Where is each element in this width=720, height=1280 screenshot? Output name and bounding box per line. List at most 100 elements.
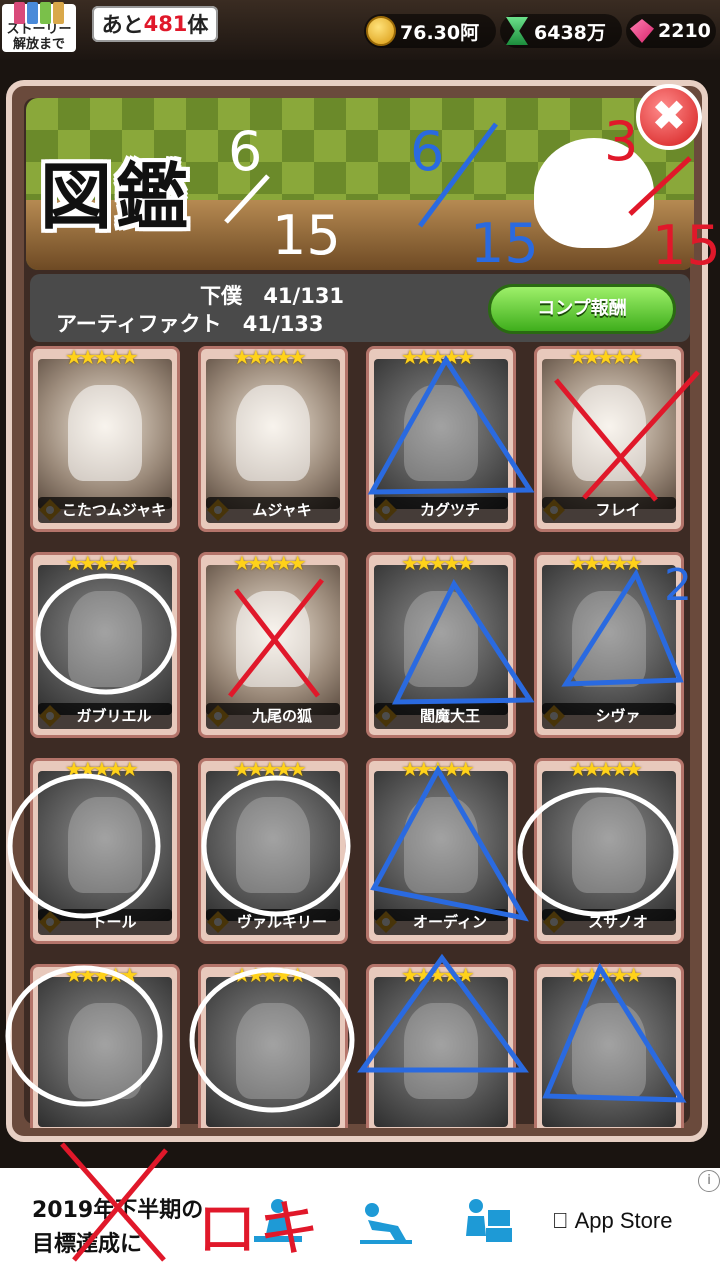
card-row4-3[interactable]: ★★★★★ (366, 964, 516, 1128)
card-name: トール (38, 909, 172, 935)
card-kyubi-no-kitsune[interactable]: ★★★★★ 九尾の狐 (198, 552, 348, 738)
character-silhouette (572, 1003, 646, 1099)
star-rating: ★★★★★ (569, 758, 643, 781)
card-thor[interactable]: ★★★★★ トール (30, 758, 180, 944)
servants-stat: 下僕 41/131 (200, 280, 344, 310)
ad-copy[interactable]: 2019年下半期の 目標達成に (32, 1194, 203, 1262)
card-row4-1[interactable]: ★★★★★ (30, 964, 180, 1128)
card-name: オーディン (374, 909, 508, 935)
card-name: カグツチ (374, 497, 508, 523)
exhausted-worker-icon (360, 1203, 412, 1244)
completion-reward-button[interactable]: コンプ報酬 (488, 284, 676, 334)
computer-worker-icon (466, 1199, 512, 1242)
star-rating: ★★★★★ (569, 552, 643, 575)
card-valkyrie[interactable]: ★★★★★ ヴァルキリー (198, 758, 348, 944)
card-gabriel[interactable]: ★★★★★ ガブリエル (30, 552, 180, 738)
card-art (374, 565, 508, 715)
card-art (206, 771, 340, 921)
gem-icon (630, 19, 654, 43)
card-art (374, 771, 508, 921)
card-odin[interactable]: ★★★★★ オーディン (366, 758, 516, 944)
card-art (542, 565, 676, 715)
star-rating: ★★★★★ (401, 758, 475, 781)
app-store-label: App Store (552, 1208, 673, 1233)
servants-value: 41/131 (263, 284, 345, 308)
remain-suffix: 体 (187, 13, 209, 37)
close-button[interactable]: ✖ (636, 84, 702, 150)
card-mujaki[interactable]: ★★★★★ ムジャキ (198, 346, 348, 532)
card-shiva[interactable]: ★★★★★ シヴァ (534, 552, 684, 738)
star-rating: ★★★★★ (233, 552, 307, 575)
star-rating: ★★★★★ (569, 964, 643, 987)
character-silhouette (404, 591, 478, 687)
remain-count: 481 (143, 12, 188, 36)
card-art (542, 771, 676, 921)
card-name: 閻魔大王 (374, 703, 508, 729)
card-grid: ★★★★★ こたつムジャキ ★★★★★ ムジャキ ★★★★★ カグツチ ★★★★… (26, 346, 696, 1128)
time-counter[interactable]: 6438万 (506, 14, 606, 48)
star-rating: ★★★★★ (401, 552, 475, 575)
card-art (206, 977, 340, 1127)
gem-value: 2210 (658, 20, 711, 42)
coin-icon (366, 16, 396, 46)
card-art (542, 359, 676, 509)
ad-info-icon[interactable]: i (698, 1170, 720, 1192)
card-name: 九尾の狐 (206, 703, 340, 729)
card-name: シヴァ (542, 703, 676, 729)
card-name: スサノオ (542, 909, 676, 935)
card-kagutsuchi[interactable]: ★★★★★ カグツチ (366, 346, 516, 532)
character-silhouette (68, 385, 142, 481)
character-silhouette (404, 1003, 478, 1099)
character-silhouette (404, 797, 478, 893)
character-silhouette (236, 385, 310, 481)
star-rating: ★★★★★ (65, 346, 139, 369)
time-value: 6438万 (534, 21, 606, 44)
character-silhouette (68, 797, 142, 893)
artifacts-value: 41/133 (242, 312, 324, 336)
remaining-count-badge: あと 481 体 (92, 6, 218, 42)
character-silhouette (236, 591, 310, 687)
star-rating: ★★★★★ (569, 346, 643, 369)
card-frey[interactable]: ★★★★★ フレイ (534, 346, 684, 532)
page-title: 図鑑 (40, 155, 193, 239)
star-rating: ★★★★★ (65, 552, 139, 575)
artifacts-label: アーティファクト (56, 312, 222, 336)
star-rating: ★★★★★ (233, 758, 307, 781)
card-row4-2[interactable]: ★★★★★ (198, 964, 348, 1128)
card-art (374, 359, 508, 509)
story-label-2: 解放まで (12, 37, 65, 52)
gem-counter[interactable]: 2210 (630, 14, 711, 48)
card-art (374, 977, 508, 1127)
coin-value: 76.30阿 (400, 21, 480, 44)
servants-label: 下僕 (200, 284, 242, 308)
card-art (38, 771, 172, 921)
card-art (38, 977, 172, 1127)
ad-line-1: 2019年下半期の (32, 1198, 204, 1223)
card-name: こたつムジャキ (38, 497, 172, 523)
card-art (206, 359, 340, 509)
character-silhouette (236, 1003, 310, 1099)
story-icons (14, 2, 64, 24)
card-enma-daiou[interactable]: ★★★★★ 閻魔大王 (366, 552, 516, 738)
app-store-link[interactable]:  App Store (552, 1208, 672, 1234)
character-silhouette (572, 797, 646, 893)
story-label-1: ストーリー (6, 22, 72, 37)
star-rating: ★★★★★ (401, 964, 475, 987)
character-silhouette (236, 797, 310, 893)
star-rating: ★★★★★ (233, 346, 307, 369)
story-unlock-badge[interactable]: ストーリー 解放まで (2, 2, 76, 52)
star-rating: ★★★★★ (65, 758, 139, 781)
star-rating: ★★★★★ (233, 964, 307, 987)
card-art (38, 359, 172, 509)
coin-counter[interactable]: 76.30阿 (366, 14, 479, 48)
card-kotatsu-mujaki[interactable]: ★★★★★ こたつムジャキ (30, 346, 180, 532)
character-silhouette (68, 1003, 142, 1099)
cat-mascot (534, 138, 654, 248)
card-name: ムジャキ (206, 497, 340, 523)
card-name: ガブリエル (38, 703, 172, 729)
card-row4-4[interactable]: ★★★★★ (534, 964, 684, 1128)
apple-icon:  (552, 1208, 569, 1233)
card-susanoo[interactable]: ★★★★★ スサノオ (534, 758, 684, 944)
character-silhouette (68, 591, 142, 687)
ad-line-2: 目標達成に (32, 1232, 143, 1257)
